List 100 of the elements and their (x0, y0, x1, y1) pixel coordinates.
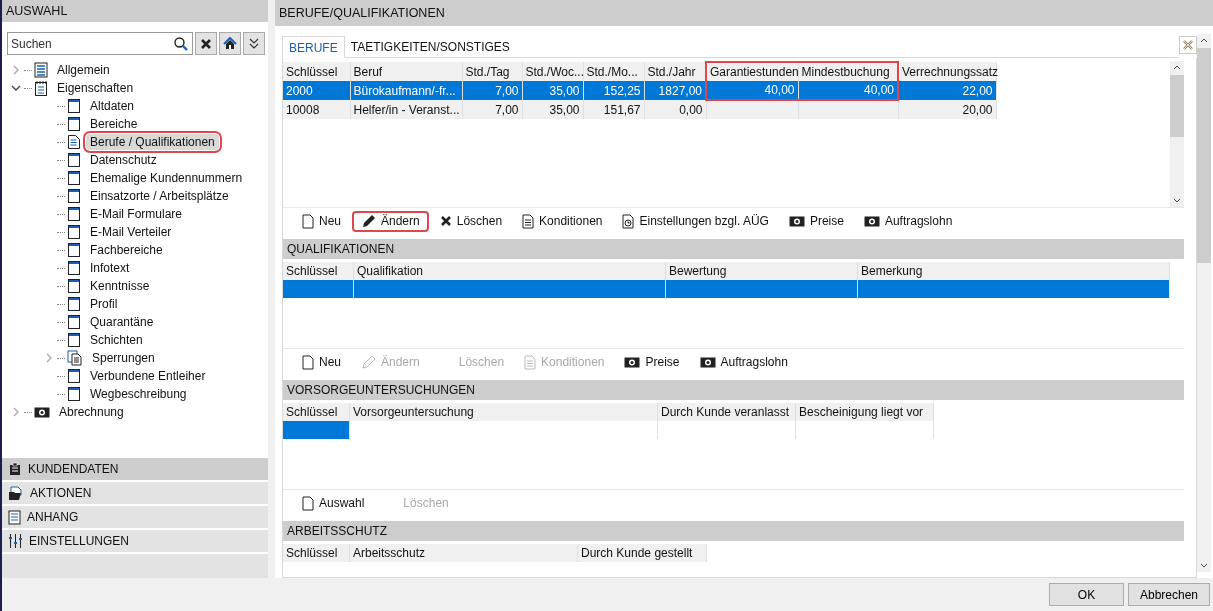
tree-item[interactable]: Kenntnisse (86, 278, 154, 294)
tree-item[interactable]: Eigenschaften (53, 80, 138, 96)
page-icon (67, 224, 81, 240)
tree-item[interactable]: Sperrungen (88, 350, 159, 366)
toolbar-button[interactable]: Ändern (352, 210, 429, 232)
expand-all-button[interactable] (243, 32, 265, 55)
search-icon[interactable] (173, 36, 189, 52)
search-field[interactable]: Suchen (7, 32, 193, 55)
toolbar-button[interactable]: Preise (615, 352, 689, 372)
chevron-up-icon[interactable] (1173, 65, 1181, 70)
tree-item[interactable]: Einsatzorte / Arbeitsplätze (86, 188, 233, 204)
tree-item[interactable]: Abrechnung (55, 404, 128, 420)
toolbar-button[interactable]: Löschen (430, 211, 512, 231)
clear-button[interactable] (195, 32, 217, 55)
column-header[interactable]: Durch Kunde gestellt (577, 544, 707, 562)
page-icon (67, 314, 81, 330)
close-tab-button[interactable] (1179, 36, 1197, 54)
chevron-down-icon[interactable] (11, 84, 21, 92)
tab[interactable]: BERUFE (282, 36, 345, 58)
toolbar-button[interactable]: Auftragslohn (690, 352, 797, 372)
column-header[interactable]: Garantiestunden (706, 62, 798, 81)
pencil-icon (361, 354, 376, 370)
column-header[interactable]: Std./Jahr (644, 62, 706, 81)
column-header[interactable]: Qualifikation (353, 262, 666, 280)
chevron-right-icon[interactable] (45, 353, 53, 363)
tree-item[interactable]: Fachbereiche (86, 242, 167, 258)
tree-item[interactable]: E-Mail Formulare (86, 206, 186, 222)
register-icon (34, 62, 48, 78)
sliders-icon (8, 534, 23, 548)
toolbar-button[interactable]: Preise (779, 211, 853, 231)
column-header[interactable]: Bescheinigung liegt vor (795, 403, 934, 421)
column-header[interactable]: Verrechnungssatz (898, 62, 996, 81)
page-icon (67, 152, 81, 168)
tree-item[interactable]: Bereiche (86, 116, 142, 132)
table-cell: 35,00 (549, 83, 580, 98)
column-header[interactable]: Std./Tag (462, 62, 522, 81)
page-icon (67, 386, 81, 402)
document-clock-icon (622, 213, 635, 229)
nav-section[interactable]: KUNDENDATEN (2, 458, 268, 480)
selected-cell[interactable] (353, 280, 666, 298)
toolbar-button[interactable]: Einstellungen bzgl. AÜG (613, 210, 778, 232)
notepad-icon (34, 80, 48, 96)
table-row[interactable]: 10008 Helfer/in - Veranst... 7,00 35,00 151,67 0,00 20,00 (283, 100, 996, 119)
table-row[interactable]: 2000 Bürokaufmann/-fr... 7,00 35,00 152,25 1827,00 40,00 40,00 22,00 (283, 81, 996, 100)
chevron-right-icon[interactable] (12, 65, 20, 75)
toolbar-button[interactable]: Konditionen (513, 210, 612, 232)
column-header[interactable]: Bewertung (665, 262, 858, 280)
page-icon (67, 368, 81, 384)
tree-item[interactable]: Profil (86, 296, 122, 312)
column-header[interactable]: Schlüssel (283, 403, 350, 421)
toolbar-button[interactable]: Auswahl (293, 492, 374, 514)
column-header[interactable]: Schlüssel (283, 262, 354, 280)
dialog-button[interactable]: Abbrechen (1128, 583, 1210, 606)
tree-item[interactable]: Infotext (86, 260, 134, 276)
table-cell: 152,25 (603, 83, 641, 98)
scrollbar[interactable] (1197, 34, 1211, 572)
section-header: VORSORGEUNTERSUCHUNGEN (283, 380, 1184, 400)
column-header[interactable]: Schlüssel (283, 62, 350, 81)
scrollbar[interactable] (1170, 61, 1184, 207)
table-cell: 7,00 (495, 102, 519, 117)
selected-cell[interactable] (283, 280, 354, 298)
tree-item[interactable]: Berufe / Qualifikationen (86, 134, 219, 150)
dialog-button[interactable]: OK (1049, 583, 1124, 606)
column-header[interactable]: Durch Kunde veranlasst (657, 403, 796, 421)
tree-item[interactable]: Schichten (86, 332, 147, 348)
column-header[interactable]: Vorsorgeuntersuchung (349, 403, 658, 421)
tree-item[interactable]: Altdaten (86, 98, 139, 114)
toolbar-button[interactable]: Neu (293, 210, 350, 232)
selected-cell[interactable] (665, 280, 858, 298)
tree-item[interactable]: E-Mail Verteiler (86, 224, 176, 240)
nav-section[interactable]: ANHANG (2, 506, 268, 528)
tree-item[interactable]: Quarantäne (86, 314, 158, 330)
home-button[interactable] (219, 32, 241, 55)
column-header[interactable]: Mindestbuchung (798, 62, 898, 81)
chevron-up-icon[interactable] (1200, 38, 1208, 43)
tab[interactable]: TAETIGKEITEN/SONSTIGES (344, 36, 516, 58)
toolbar-button[interactable]: Neu (293, 351, 350, 373)
toolbar-button[interactable]: Auftragslohn (854, 211, 962, 231)
column-header[interactable]: Beruf (350, 62, 462, 81)
column-header[interactable]: Schlüssel (283, 544, 350, 562)
selected-cell[interactable] (857, 280, 1170, 298)
new-page-icon (302, 354, 314, 370)
column-header[interactable]: Arbeitsschutz (349, 544, 578, 562)
nav-section[interactable]: AKTIONEN (2, 482, 268, 504)
chevron-down-icon[interactable] (1173, 198, 1181, 203)
chevron-right-icon[interactable] (12, 407, 20, 417)
selected-cell[interactable] (283, 421, 350, 439)
column-header[interactable]: Std./Woc... (522, 62, 583, 81)
table-cell: 10008 (286, 102, 320, 117)
tree-item[interactable]: Datenschutz (86, 152, 161, 168)
tree-item[interactable]: Verbundene Entleiher (86, 368, 210, 384)
table-cell: Helfer/in - Veranst... (353, 102, 460, 117)
column-header[interactable]: Bemerkung (857, 262, 1170, 280)
tree-item[interactable]: Ehemalige Kundennummern (86, 170, 247, 186)
chevron-down-icon[interactable] (1200, 563, 1208, 568)
nav-section[interactable]: EINSTELLUNGEN (2, 530, 268, 552)
column-header[interactable]: Std./Mo... (583, 62, 644, 81)
tree-item[interactable]: Wegbeschreibung (86, 386, 191, 402)
page-icon (67, 332, 81, 348)
tree-item[interactable]: Allgemein (53, 62, 114, 78)
